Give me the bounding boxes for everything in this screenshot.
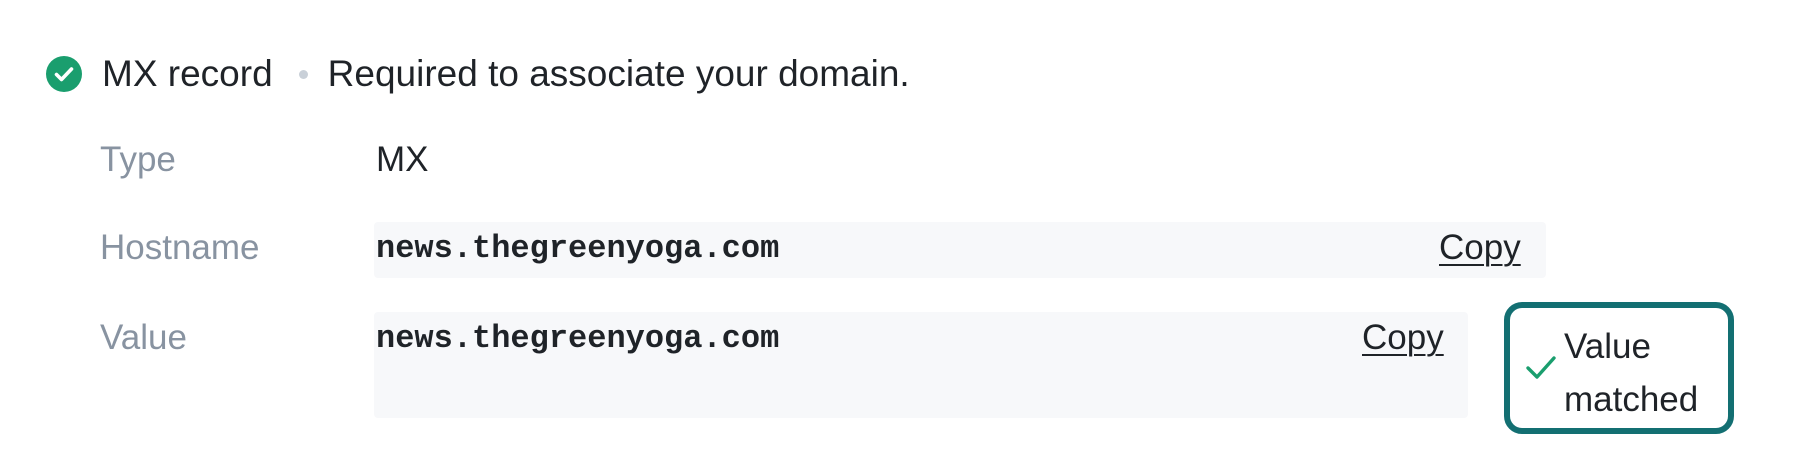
value-matched-text: Value matched [1564, 327, 1699, 419]
record-header: MX record Required to associate your dom… [46, 46, 910, 102]
separator-dot [298, 69, 308, 79]
checkmark-icon [1524, 350, 1558, 384]
hostname-copy-button[interactable]: Copy [1439, 228, 1521, 268]
value-label: Value [100, 318, 187, 357]
check-circle-icon [46, 56, 82, 92]
value-field: news.thegreenyoga.com Copy [374, 312, 1468, 418]
record-description: Required to associate your domain. [327, 53, 910, 94]
hostname-value: news.thegreenyoga.com [376, 230, 780, 267]
value-matched-badge: Value matched [1504, 302, 1734, 434]
value-value: news.thegreenyoga.com [376, 320, 780, 357]
type-value: MX [376, 140, 429, 179]
record-name: MX record [102, 53, 273, 94]
hostname-field: news.thegreenyoga.com Copy [374, 222, 1546, 278]
hostname-label: Hostname [100, 228, 260, 267]
value-copy-button[interactable]: Copy [1362, 318, 1444, 358]
type-label: Type [100, 140, 176, 179]
